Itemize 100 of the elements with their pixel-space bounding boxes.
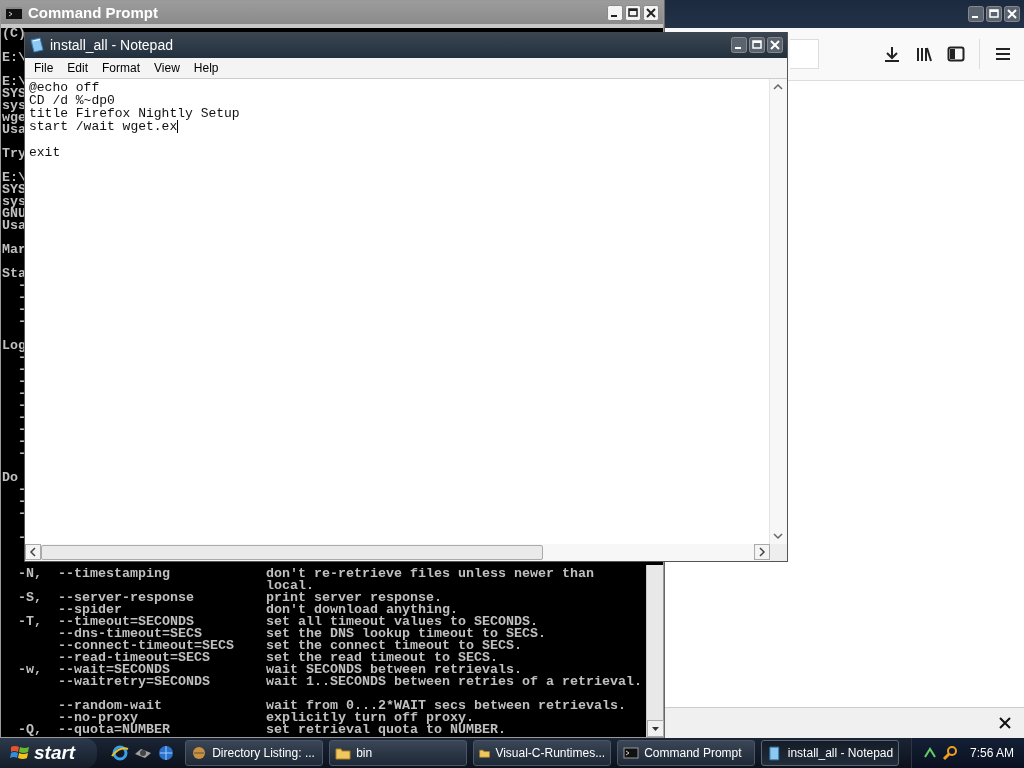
console-text: print server response. xyxy=(266,592,442,604)
console-text: --wait=SECONDS xyxy=(58,664,170,676)
console-text: -Q, xyxy=(18,724,43,736)
menu-item[interactable]: Format xyxy=(95,61,148,75)
console-text: --spider xyxy=(58,604,122,616)
console-text: - xyxy=(17,412,26,424)
console-text: --no-proxy xyxy=(58,712,138,724)
scroll-down-button[interactable] xyxy=(647,720,664,737)
console-text: set the connect timeout to SECS. xyxy=(266,640,522,652)
maximize-button[interactable] xyxy=(625,4,641,21)
clock: 7:56 AM xyxy=(969,746,1014,760)
console-text: wait 1..SECONDS between retries of a retrieval. xyxy=(266,676,642,688)
console-text: --server-response xyxy=(58,592,195,604)
console-text: - xyxy=(17,424,26,436)
web-page-icon xyxy=(191,745,208,761)
menu-item[interactable]: Edit xyxy=(60,61,96,75)
taskbar-button[interactable]: Command Prompt xyxy=(617,740,756,766)
console-text: - xyxy=(17,280,26,292)
console-text: E:\ xyxy=(2,52,26,64)
address-field[interactable] xyxy=(790,39,819,69)
taskbar-button[interactable]: bin xyxy=(329,740,468,766)
console-text: --quota=NUMBER xyxy=(58,724,171,736)
close-button[interactable] xyxy=(767,37,783,53)
console-text: --connect-timeout=SECS xyxy=(58,640,235,652)
windows-logo-icon xyxy=(10,744,30,762)
maximize-button[interactable] xyxy=(986,6,1002,22)
console-text: - xyxy=(17,436,26,448)
console-text: -T, xyxy=(18,616,43,628)
close-button[interactable] xyxy=(1004,6,1020,22)
console-text: - xyxy=(17,364,26,376)
maximize-button[interactable] xyxy=(749,37,765,53)
close-button[interactable] xyxy=(643,4,659,21)
text-line: title Firefox Nightly Setup xyxy=(29,107,240,120)
notepad-icon xyxy=(30,37,44,53)
scroll-left-button[interactable] xyxy=(25,544,41,560)
text-line: CD /d %~dp0 xyxy=(29,94,115,107)
console-text: -w, xyxy=(18,664,43,676)
console-text: --waitretry=SECONDS xyxy=(58,676,211,688)
scroll-thumb[interactable] xyxy=(41,545,543,560)
console-text: -N, xyxy=(18,568,43,580)
console-text: --dns-timeout=SECS xyxy=(58,628,202,640)
console-text: - xyxy=(17,484,26,496)
menu-item[interactable]: File xyxy=(27,61,61,75)
browser-icon[interactable] xyxy=(111,744,130,762)
download-icon[interactable] xyxy=(883,45,901,63)
console-text: sys xyxy=(2,100,26,112)
console-text: wait SECONDS between retrievals. xyxy=(266,664,522,676)
console-text: wait from 0...2*WAIT secs between retrievals. xyxy=(266,700,626,712)
console-text: don't download anything. xyxy=(266,604,458,616)
console-text: set retrieval quota to NUMBER. xyxy=(266,724,506,736)
window-title: Command Prompt xyxy=(28,4,159,21)
menu-item[interactable]: View xyxy=(147,61,187,75)
console-text: - xyxy=(18,352,26,364)
console-text: --random-wait xyxy=(58,700,163,712)
scroll-right-button[interactable] xyxy=(754,544,770,560)
text-line: exit xyxy=(29,146,61,159)
window-title: install_all - Notepad xyxy=(50,37,174,53)
console-text: don't re-retrieve files unless newer than xyxy=(266,568,594,580)
console-text: set the read timeout to SECS. xyxy=(266,652,498,664)
console-text: - xyxy=(17,388,26,400)
console-text: - xyxy=(17,376,26,388)
console-text: -S, xyxy=(18,592,43,604)
menu-icon[interactable] xyxy=(994,45,1012,63)
console-text: - xyxy=(17,304,26,316)
console-text: - xyxy=(17,496,26,508)
console-icon xyxy=(623,745,640,761)
console-text: --timeout=SECONDS xyxy=(58,616,194,628)
console-text: - xyxy=(17,448,26,460)
console-text: E:\ xyxy=(2,76,26,88)
start-button[interactable]: start xyxy=(0,738,98,768)
menu-item[interactable]: Help xyxy=(186,61,226,75)
magnifier-icon[interactable] xyxy=(941,745,958,761)
text-line: @echo off xyxy=(29,81,100,94)
sidebar-icon[interactable] xyxy=(947,45,965,63)
console-text: Do xyxy=(2,472,19,484)
close-icon[interactable] xyxy=(998,716,1012,730)
scrollbar[interactable] xyxy=(769,79,787,544)
console-text: - xyxy=(17,532,26,544)
globe-icon[interactable] xyxy=(157,744,176,762)
folder-icon xyxy=(335,745,352,761)
console-text: local. xyxy=(266,580,314,592)
text-line: start /wait wget.ex xyxy=(29,120,178,133)
taskbar-button[interactable]: install_all - Notepad xyxy=(761,740,900,766)
scrollbar[interactable] xyxy=(25,544,770,561)
console-text: - xyxy=(17,400,26,412)
taskbar-button[interactable]: Directory Listing: ... xyxy=(185,740,324,766)
console-text: - xyxy=(17,508,26,520)
console-text: E:\ xyxy=(2,172,26,184)
console-text: explicitly turn off proxy. xyxy=(266,712,474,724)
minimize-button[interactable] xyxy=(968,6,984,22)
console-text: - xyxy=(17,292,26,304)
minimize-button[interactable] xyxy=(607,4,623,21)
taskbar-button[interactable]: Visual-C-Runtimes... xyxy=(473,740,612,766)
minimize-button[interactable] xyxy=(731,37,747,53)
library-icon[interactable] xyxy=(915,45,933,63)
console-text: --read-timeout=SECS xyxy=(58,652,211,664)
console-text: - xyxy=(17,316,26,328)
scrollbar[interactable] xyxy=(646,565,663,737)
console-text: set the DNS lookup timeout to SECS. xyxy=(266,628,546,640)
console-text: wge xyxy=(2,112,26,124)
